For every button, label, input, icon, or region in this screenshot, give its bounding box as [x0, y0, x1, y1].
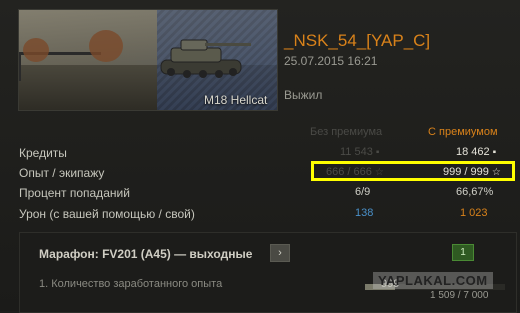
quest-details-button[interactable]: ›: [270, 244, 290, 262]
damage-assist: 138: [355, 207, 374, 219]
row-label-damage: Урон (с вашей помощью / свой): [19, 207, 195, 221]
row-label-experience: Опыт / экипажу: [19, 166, 105, 180]
column-premium: С премиумом: [428, 126, 498, 138]
quest-task: 1. Количество заработанного опыта: [39, 278, 223, 290]
tank-image: [160, 39, 251, 78]
player-name: _NSK_54_[YAP_C]: [284, 31, 431, 50]
row-label-hit-percent: Процент попаданий: [19, 186, 130, 200]
highlight-frame: [311, 161, 515, 181]
tank-name: M18 Hellcat: [204, 93, 268, 107]
quest-count-badge: 1: [452, 244, 474, 261]
battle-results-window: M18 Hellcat _NSK_54_[YAP_C] 25.07.2015 1…: [0, 0, 520, 313]
quest-progress-total: 1 509 / 7 000: [430, 290, 489, 301]
banner-tree: [23, 38, 49, 62]
quest-title: Марафон: FV201 (A45) — выходные: [39, 247, 253, 261]
credits-no-premium: 11 543 ▪: [340, 146, 380, 158]
chevron-right-icon: ›: [278, 247, 282, 259]
battle-date: 25.07.2015 16:21: [284, 54, 378, 68]
survival-status: Выжил: [284, 88, 323, 102]
damage-own: 1 023: [460, 207, 488, 219]
banner-tree: [89, 30, 123, 62]
tank-banner: M18 Hellcat: [18, 9, 278, 111]
credits-icon: ▪: [492, 147, 497, 158]
watermark: YAPLAKAL.COM: [373, 272, 493, 289]
hits-no-premium: 6/9: [355, 186, 371, 198]
credits-icon: ▪: [375, 147, 380, 158]
row-label-credits: Кредиты: [19, 146, 67, 160]
column-no-premium: Без премиума: [310, 126, 383, 138]
hits-premium: 66,67%: [456, 186, 494, 198]
credits-premium: 18 462 ▪: [456, 146, 497, 158]
